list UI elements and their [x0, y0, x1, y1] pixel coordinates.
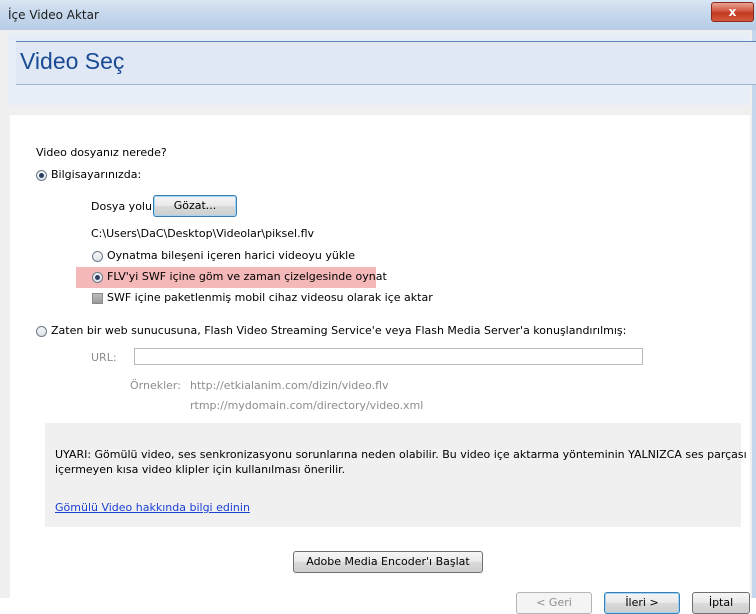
- media-encoder-button[interactable]: Adobe Media Encoder'ı Başlat: [293, 551, 483, 573]
- header-band: Video Seç: [8, 33, 756, 105]
- mobile-video-checkbox[interactable]: [92, 293, 103, 304]
- question-label: Video dosyanız nerede?: [36, 146, 167, 159]
- window-title: İçe Video Aktar: [8, 8, 99, 22]
- next-button[interactable]: İleri >: [604, 592, 680, 614]
- radio-server[interactable]: [36, 326, 47, 337]
- option-mobile-label: SWF içine paketlenmiş mobil cihaz videos…: [107, 291, 433, 304]
- warning-text-line2: içermeyen kısa video klipler için kullan…: [55, 463, 346, 476]
- radio-external-video[interactable]: [92, 251, 103, 262]
- path-label: Dosya yolu:: [91, 200, 156, 213]
- content-area: Video dosyanız nerede? Bilgisayarınızda:…: [10, 115, 750, 614]
- close-button[interactable]: x: [711, 2, 754, 22]
- warning-text-line1: UYARI: Gömülü video, ses senkronizasyonu…: [55, 448, 747, 461]
- local-radio-label: Bilgisayarınızda:: [51, 168, 142, 181]
- radio-embed-swf[interactable]: [92, 272, 103, 283]
- url-input[interactable]: [134, 348, 643, 365]
- file-path: C:\Users\DaC\Desktop\Videolar\piksel.flv: [91, 227, 315, 240]
- radio-local[interactable]: [36, 170, 47, 181]
- server-radio-label: Zaten bir web sunucusuna, Flash Video St…: [51, 324, 627, 337]
- warning-box: UYARI: Gömülü video, ses senkronizasyonu…: [45, 423, 747, 527]
- example-http: http://etkialanim.com/dizin/video.flv: [190, 379, 389, 392]
- example-rtmp: rtmp://mydomain.com/directory/video.xml: [190, 399, 424, 412]
- title-bar: İçe Video Aktar x: [0, 0, 756, 30]
- browse-button[interactable]: Gözat...: [153, 195, 237, 217]
- url-label: URL:: [91, 351, 117, 364]
- cancel-button[interactable]: İptal: [692, 592, 750, 614]
- embedded-video-help-link[interactable]: Gömülü Video hakkında bilgi edinin: [55, 501, 250, 514]
- back-button[interactable]: < Geri: [516, 592, 592, 614]
- option-embed-label: FLV'yi SWF içine göm ve zaman çizelgesin…: [107, 270, 387, 283]
- option-external-label: Oynatma bileşeni içeren harici videoyu y…: [107, 249, 356, 262]
- dialog-client: Video Seç Video dosyanız nerede? Bilgisa…: [0, 30, 756, 614]
- examples-label: Örnekler:: [130, 379, 181, 392]
- page-title: Video Seç: [20, 48, 125, 74]
- header-panel: Video Seç: [16, 41, 756, 85]
